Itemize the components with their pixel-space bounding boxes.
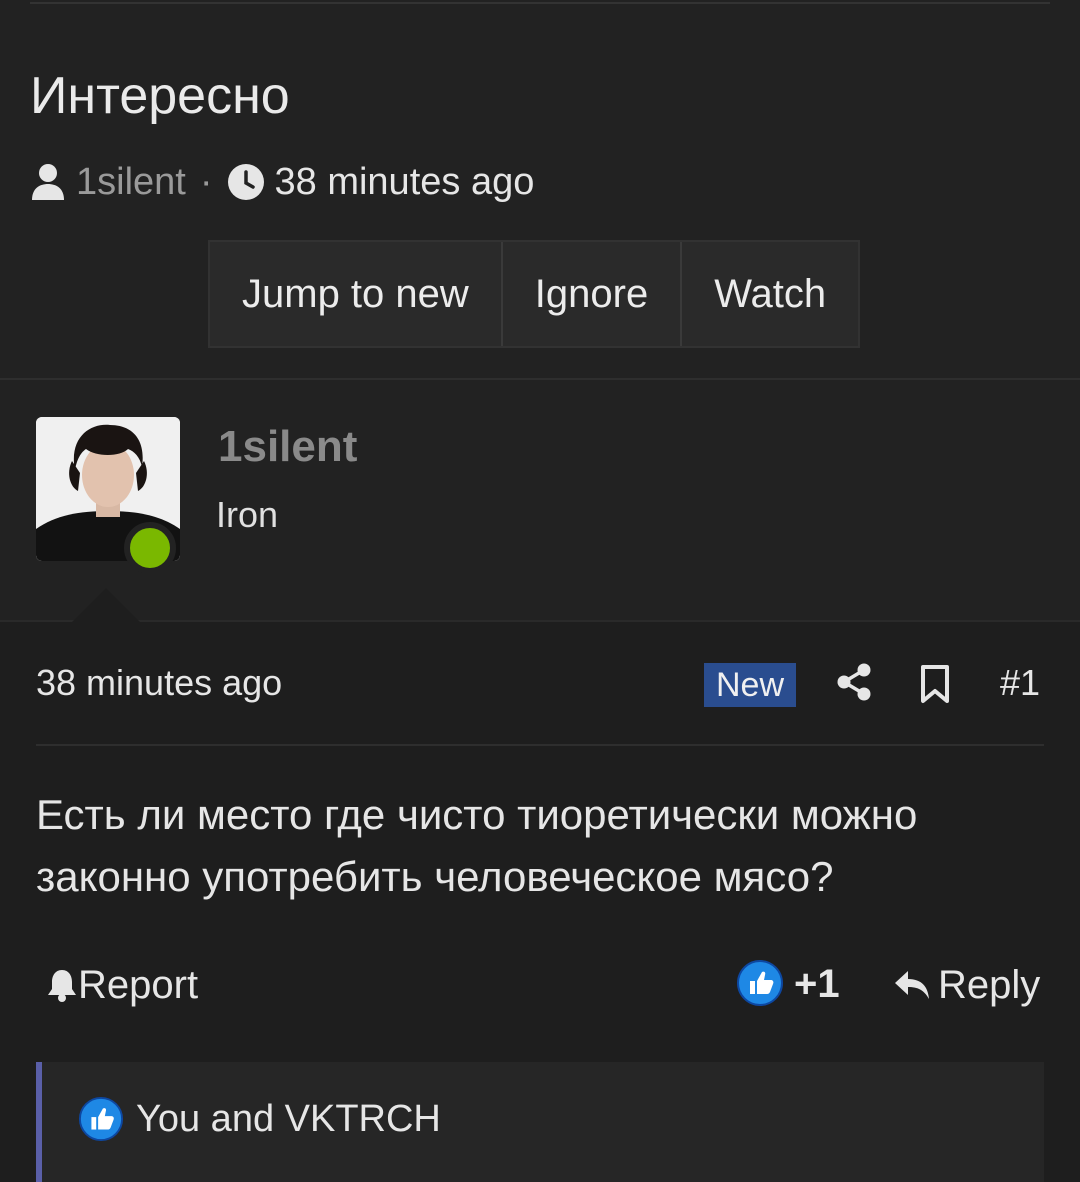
thumbs-up-icon[interactable] bbox=[736, 959, 784, 1007]
bell-icon bbox=[46, 967, 78, 1003]
post-body: Есть ли место где чисто тиоретически мож… bbox=[36, 791, 918, 900]
thread-time[interactable]: 38 minutes ago bbox=[275, 161, 535, 204]
thread-title: Интересно bbox=[30, 67, 290, 125]
jump-to-new-button[interactable]: Jump to new bbox=[210, 242, 503, 346]
new-badge: New bbox=[704, 663, 796, 707]
user-title: Iron bbox=[216, 494, 279, 535]
reply-icon bbox=[892, 967, 932, 1003]
post-username[interactable]: 1silent bbox=[218, 422, 357, 472]
post-pointer-arrow bbox=[72, 588, 140, 622]
post-user-block bbox=[0, 380, 1080, 622]
like-count: +1 bbox=[794, 962, 840, 1006]
reactions-text: You and VKTRCH bbox=[136, 1098, 441, 1140]
thread-meta: 1silent · 38 minutes ago bbox=[30, 156, 534, 208]
post-number-link[interactable]: #1 bbox=[1000, 662, 1040, 704]
online-status-indicator bbox=[124, 522, 176, 574]
post-time[interactable]: 38 minutes ago bbox=[36, 662, 282, 704]
thread-author-link[interactable]: 1silent bbox=[76, 161, 186, 204]
report-button[interactable]: Report bbox=[46, 962, 198, 1008]
meta-separator: · bbox=[199, 160, 213, 203]
reply-button[interactable]: Reply bbox=[892, 962, 1040, 1008]
reactions-bar[interactable]: You and VKTRCH bbox=[36, 1062, 1044, 1182]
thumbs-up-icon bbox=[78, 1096, 124, 1142]
report-label: Report bbox=[78, 962, 199, 1007]
top-divider bbox=[30, 0, 1050, 4]
share-icon[interactable] bbox=[836, 662, 872, 702]
thread-actions: Jump to new Ignore Watch bbox=[208, 240, 861, 348]
post-header-divider bbox=[36, 744, 1044, 746]
bookmark-icon[interactable] bbox=[918, 664, 952, 704]
watch-button[interactable]: Watch bbox=[682, 242, 858, 346]
clock-icon bbox=[227, 163, 265, 201]
reply-label: Reply bbox=[938, 962, 1041, 1007]
user-icon bbox=[30, 162, 66, 202]
ignore-button[interactable]: Ignore bbox=[503, 242, 683, 346]
